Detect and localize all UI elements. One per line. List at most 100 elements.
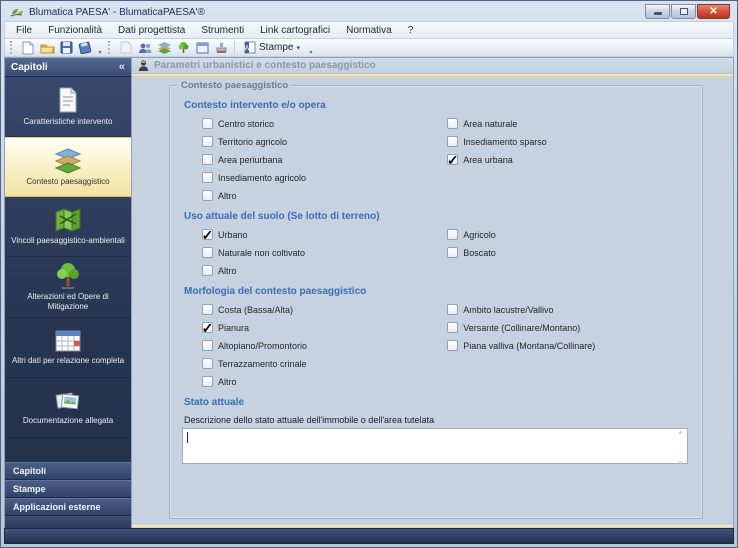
sidebar-item-vincoli-paesaggistico-ambientali[interactable]: Vincoli paesaggistico-ambientali	[5, 197, 131, 257]
checkbox-label: Altopiano/Promontorio	[218, 340, 308, 351]
disabled-action-button[interactable]	[117, 40, 135, 56]
sidebar-nav-stampe[interactable]: Stampe	[5, 480, 131, 498]
menu-item-funzionalita[interactable]: Funzionalità	[41, 24, 109, 37]
checkbox-row: ✓ Area urbana	[447, 153, 692, 167]
sidebar-item-caratteristiche-intervento[interactable]: Caratteristiche intervento	[5, 77, 131, 137]
checkbox-row: Area periurbana	[202, 154, 447, 165]
checkbox-boscato[interactable]	[447, 247, 459, 258]
checkbox-ambito-lacustre[interactable]	[447, 304, 459, 315]
checkbox-row: Territorio agricolo	[202, 136, 447, 147]
save-as-icon	[78, 41, 92, 54]
checkbox-terrazzamento-crinale[interactable]	[202, 358, 213, 369]
sidebar-item-alterazioni-opere-mitigazione[interactable]: Alterazioni ed Opere di Mitigazione	[5, 257, 131, 318]
checkbox-area-urbana[interactable]: ✓	[447, 153, 459, 167]
checkbox-insediamento-agricolo[interactable]	[202, 172, 213, 183]
checkbox-territorio-agricolo[interactable]	[202, 136, 213, 147]
stampe-button[interactable]: W Stampe ▾	[239, 40, 305, 55]
checkbox-row: Centro storico	[202, 118, 447, 129]
menu-item-normativa[interactable]: Normativa	[339, 24, 399, 37]
checkbox-area-naturale[interactable]	[447, 118, 459, 129]
checkbox-label: Insediamento sparso	[463, 136, 547, 147]
checkbox-insediamento-sparso[interactable]	[447, 136, 459, 147]
checkbox-altro-morfologia[interactable]	[202, 376, 213, 387]
contacts-icon	[139, 43, 152, 53]
checkbox-altro-contesto[interactable]	[202, 190, 213, 201]
stamp-button[interactable]	[212, 40, 230, 56]
sidebar-nav-applicazioni-esterne[interactable]: Applicazioni esterne	[5, 498, 131, 516]
checkbox-row: Insediamento agricolo	[202, 172, 447, 183]
minimize-icon	[653, 11, 662, 15]
sidebar-item-contesto-paesaggistico[interactable]: Contesto paesaggistico	[5, 137, 131, 197]
landscape-icon	[157, 41, 171, 54]
toolbar-grip[interactable]	[108, 41, 113, 54]
toolbar-grip[interactable]	[10, 41, 15, 54]
landscape-layers-icon	[54, 147, 82, 174]
landscape-button[interactable]	[155, 40, 173, 56]
stato-description-label: Descrizione dello stato attuale dell'imm…	[184, 415, 435, 425]
save-button[interactable]	[57, 40, 75, 56]
checkbox-urbano[interactable]: ✓	[202, 228, 214, 242]
new-document-button[interactable]	[19, 40, 37, 56]
section-contesto-intervento: Contesto intervento e/o opera Centro sto…	[182, 100, 692, 201]
checkbox-naturale-non-coltivato[interactable]	[202, 247, 213, 258]
preview-window-button[interactable]	[193, 40, 211, 56]
checkbox-centro-storico[interactable]	[202, 118, 213, 129]
checkbox-row: Altro	[202, 376, 447, 387]
checkbox-agricolo[interactable]	[447, 229, 459, 240]
checkbox-pianura[interactable]: ✓	[202, 321, 214, 335]
collapse-sidebar-icon[interactable]: «	[119, 61, 125, 73]
checkbox-altro-uso[interactable]	[202, 265, 213, 276]
checkbox-piana-valliva[interactable]	[447, 340, 459, 351]
close-button[interactable]: ✕	[697, 3, 730, 19]
menu-item-link-cartografici[interactable]: Link cartografici	[253, 24, 337, 37]
checkbox-label: Altro	[218, 376, 237, 387]
menu-bar: File Funzionalità Dati progettista Strum…	[4, 21, 734, 38]
checkbox-row: Versante (Collinare/Montano)	[447, 322, 692, 333]
sidebar-header-label: Capitoli	[11, 61, 48, 73]
checkbox-row: Agricolo	[447, 229, 692, 240]
scroll-down-icon[interactable]: ▼	[678, 461, 684, 467]
toolbar-overflow-button[interactable]: ▾	[96, 40, 104, 56]
checkbox-row: Altro	[202, 190, 447, 201]
checkbox-costa[interactable]	[202, 304, 213, 315]
sidebar-item-altri-dati-relazione-completa[interactable]: Altri dati per relazione completa	[5, 318, 131, 378]
checkbox-label: Urbano	[218, 229, 248, 240]
sidebar-item-label: Documentazione allegata	[22, 416, 114, 425]
contacts-button[interactable]	[136, 40, 154, 56]
sidebar-item-documentazione-allegata[interactable]: Documentazione allegata	[5, 378, 131, 438]
menu-item-file[interactable]: File	[9, 24, 39, 37]
stampe-label: Stampe	[259, 42, 294, 53]
open-button[interactable]	[38, 40, 56, 56]
close-icon: ✕	[709, 5, 718, 17]
menu-item-strumenti[interactable]: Strumenti	[194, 24, 251, 37]
toolbar-overflow-button[interactable]: ▾	[307, 40, 315, 56]
sidebar-item-label: Altri dati per relazione completa	[11, 356, 125, 365]
sidebar-nav-label: Applicazioni esterne	[13, 502, 101, 512]
stato-attuale-textarea[interactable]	[182, 428, 688, 464]
save-icon	[60, 41, 72, 54]
checkbox-row: Insediamento sparso	[447, 136, 692, 147]
checkbox-label: Naturale non coltivato	[218, 247, 306, 258]
tree-button[interactable]	[174, 40, 192, 56]
table-icon	[55, 330, 81, 352]
sidebar-nav-capitoli[interactable]: Capitoli	[5, 462, 131, 480]
checkbox-label: Boscato	[463, 247, 496, 258]
checkbox-versante[interactable]	[447, 322, 459, 333]
minimize-button[interactable]	[645, 3, 670, 19]
disabled-action-icon	[120, 41, 132, 54]
title-bar[interactable]: Blumatica PAESA' - BlumaticaPAESA'® ✕	[4, 1, 734, 21]
menu-item-dati-progettista[interactable]: Dati progettista	[111, 24, 192, 37]
checkbox-area-periurbana[interactable]	[202, 154, 213, 165]
checkbox-row: Altopiano/Promontorio	[202, 340, 447, 351]
tree-icon	[57, 263, 79, 289]
save-as-button[interactable]	[76, 40, 94, 56]
checkbox-altopiano-promontorio[interactable]	[202, 340, 213, 351]
textarea-scrollbar[interactable]: ▲ ▼	[675, 430, 686, 467]
menu-item-help[interactable]: ?	[401, 24, 421, 37]
checkbox-label: Agricolo	[463, 229, 496, 240]
maximize-button[interactable]	[671, 3, 696, 19]
checkbox-row: Area naturale	[447, 118, 692, 129]
scroll-up-icon[interactable]: ▲	[678, 430, 684, 436]
person-icon	[139, 59, 148, 71]
